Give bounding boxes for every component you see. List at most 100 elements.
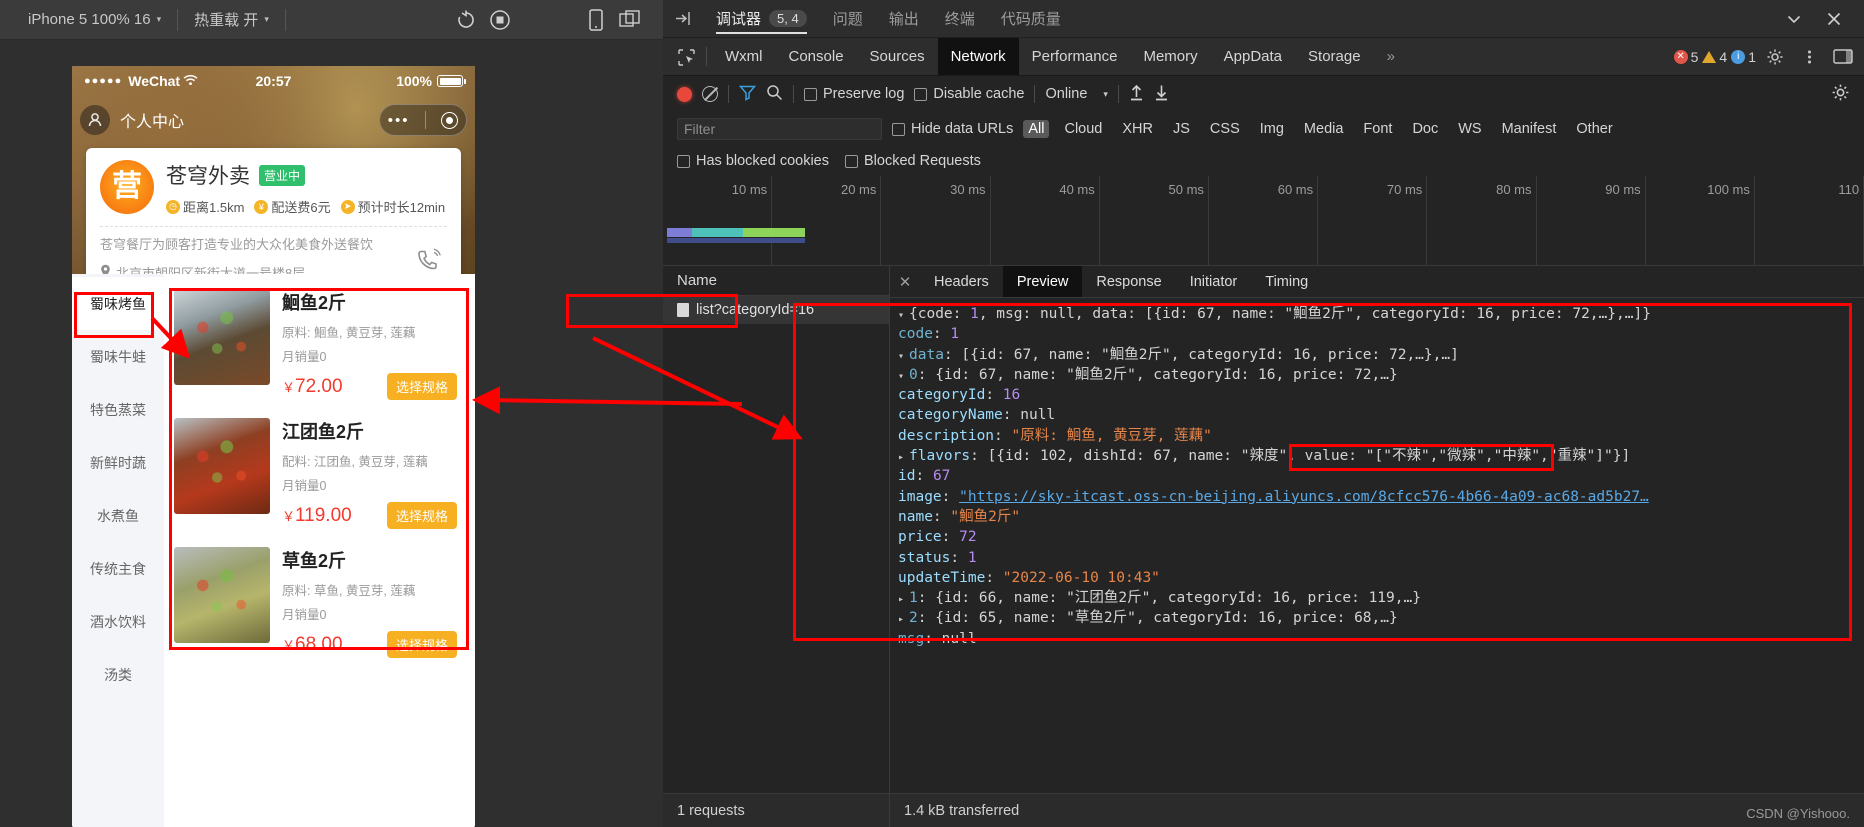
phone-simulator[interactable]: ●●●●● WeChat 20:57 100% <box>72 66 475 827</box>
filter-type-manifest[interactable]: Manifest <box>1497 120 1562 138</box>
detail-tab-initiator[interactable]: Initiator <box>1176 266 1252 297</box>
json-preview[interactable]: ▾{code: 1, msg: null, data: [{id: 67, na… <box>890 298 1864 793</box>
category-item-5[interactable]: 传统主食 <box>72 542 164 595</box>
category-item-4[interactable]: 水煮鱼 <box>72 489 164 542</box>
detail-tab-preview[interactable]: Preview <box>1003 266 1083 297</box>
tab-appdata[interactable]: AppData <box>1211 38 1295 75</box>
clear-icon[interactable] <box>702 86 718 102</box>
dish-image[interactable] <box>174 547 270 643</box>
disclosure-triangle-icon[interactable]: ▸ <box>898 610 909 630</box>
dish-item[interactable]: 江团鱼2斤 配料: 江团鱼, 黄豆芽, 莲藕 月销量0 ￥119.00 选择规格 <box>170 410 475 539</box>
filter-type-media[interactable]: Media <box>1299 120 1349 138</box>
battery-icon <box>437 75 463 87</box>
select-spec-button[interactable]: 选择规格 <box>387 373 457 400</box>
wechat-capsule[interactable]: ••• <box>379 104 467 136</box>
refresh-icon[interactable] <box>449 3 483 37</box>
stop-record-icon[interactable] <box>483 3 517 37</box>
chevron-down-icon[interactable]: ▾ <box>1103 89 1108 100</box>
has-blocked-cookies-checkbox[interactable]: Has blocked cookies <box>677 153 829 169</box>
tab-sources[interactable]: Sources <box>857 38 938 75</box>
more-vertical-icon[interactable] <box>1794 38 1824 76</box>
filter-input[interactable]: Filter <box>677 118 882 140</box>
filter-type-cloud[interactable]: Cloud <box>1059 120 1107 138</box>
tab-console[interactable]: Console <box>776 38 857 75</box>
category-item-3[interactable]: 新鲜时蔬 <box>72 436 164 489</box>
dish-image[interactable] <box>174 289 270 385</box>
filter-type-css[interactable]: CSS <box>1205 120 1245 138</box>
filter-type-all[interactable]: All <box>1023 120 1049 138</box>
tab-storage[interactable]: Storage <box>1295 38 1374 75</box>
request-row[interactable]: list?categoryId=16 <box>663 296 889 324</box>
tab-memory[interactable]: Memory <box>1130 38 1210 75</box>
category-list[interactable]: 蜀味烤鱼 蜀味牛蛙 特色蒸菜 新鲜时蔬 水煮鱼 传统主食 酒水饮料 汤类 <box>72 274 164 827</box>
disclosure-triangle-icon[interactable]: ▾ <box>898 347 909 367</box>
record-button[interactable] <box>677 87 692 102</box>
throttle-select-label[interactable]: Online <box>1045 86 1087 102</box>
import-har-icon[interactable] <box>1129 84 1144 105</box>
network-timeline[interactable]: 10 ms 20 ms 30 ms 40 ms 50 ms 60 ms 70 m… <box>663 176 1864 266</box>
category-item-2[interactable]: 特色蒸菜 <box>72 383 164 436</box>
hot-reload-selector[interactable]: 热重载 开 ▾ <box>178 7 285 33</box>
select-spec-button[interactable]: 选择规格 <box>387 631 457 658</box>
dish-item[interactable]: 草鱼2斤 原料: 草鱼, 黄豆芽, 莲藕 月销量0 ￥68.00 选择规格 <box>170 539 475 668</box>
tab-output[interactable]: 输出 <box>876 0 932 38</box>
detail-tab-headers[interactable]: Headers <box>920 266 1003 297</box>
category-item-1[interactable]: 蜀味牛蛙 <box>72 330 164 383</box>
detail-tab-timing[interactable]: Timing <box>1251 266 1322 297</box>
inspect-cursor-icon[interactable] <box>671 38 701 76</box>
close-icon[interactable] <box>1814 0 1854 38</box>
close-icon[interactable]: ✕ <box>890 266 920 297</box>
filter-type-other[interactable]: Other <box>1571 120 1617 138</box>
capsule-more-icon[interactable]: ••• <box>388 113 410 128</box>
filter-type-img[interactable]: Img <box>1255 120 1289 138</box>
filter-type-xhr[interactable]: XHR <box>1117 120 1158 138</box>
filter-type-font[interactable]: Font <box>1358 120 1397 138</box>
filter-type-doc[interactable]: Doc <box>1407 120 1443 138</box>
tab-code-quality[interactable]: 代码质量 <box>988 0 1074 38</box>
error-badge[interactable]: ✕5 <box>1674 49 1699 65</box>
tab-problems[interactable]: 问题 <box>820 0 876 38</box>
filter-type-js[interactable]: JS <box>1168 120 1195 138</box>
gear-icon[interactable] <box>1760 38 1790 76</box>
info-badge[interactable]: i1 <box>1731 49 1756 65</box>
phone-icon[interactable] <box>579 3 613 37</box>
warning-badge[interactable]: 4 <box>1702 49 1727 65</box>
tab-wxml[interactable]: Wxml <box>712 38 776 75</box>
dock-right-icon[interactable] <box>1828 38 1858 76</box>
user-center-link[interactable]: 个人中心 <box>80 105 184 135</box>
tab-performance[interactable]: Performance <box>1019 38 1131 75</box>
network-blocked-row: Has blocked cookies Blocked Requests <box>663 146 1864 176</box>
detail-tab-response[interactable]: Response <box>1082 266 1175 297</box>
hide-data-urls-checkbox[interactable]: Hide data URLs <box>892 121 1013 137</box>
device-selector[interactable]: iPhone 5 100% 16 ▾ <box>12 7 177 33</box>
preserve-log-checkbox[interactable]: Preserve log <box>804 86 904 102</box>
export-har-icon[interactable] <box>1154 84 1169 105</box>
dock-panel-icon[interactable] <box>663 0 703 38</box>
category-item-0[interactable]: 蜀味烤鱼 <box>72 277 164 330</box>
tab-network[interactable]: Network <box>938 38 1019 75</box>
disable-cache-checkbox[interactable]: Disable cache <box>914 86 1024 102</box>
dish-image[interactable] <box>174 418 270 514</box>
metric-eta-label: 预计时长12min <box>358 197 445 216</box>
disclosure-triangle-icon[interactable]: ▸ <box>898 448 909 468</box>
chevron-down-icon[interactable] <box>1774 0 1814 38</box>
target-icon[interactable] <box>441 112 458 129</box>
filter-type-ws[interactable]: WS <box>1453 120 1486 138</box>
search-icon[interactable] <box>766 84 783 105</box>
disclosure-triangle-icon[interactable]: ▾ <box>898 367 909 387</box>
requests-list[interactable]: list?categoryId=16 <box>663 296 889 793</box>
split-view-icon[interactable] <box>613 3 647 37</box>
error-count: 5 <box>1691 49 1699 65</box>
disclosure-triangle-icon[interactable]: ▸ <box>898 590 909 610</box>
chevron-double-right-icon[interactable]: » <box>1374 38 1408 75</box>
category-item-7[interactable]: 汤类 <box>72 648 164 701</box>
blocked-requests-checkbox[interactable]: Blocked Requests <box>845 153 981 169</box>
tab-terminal[interactable]: 终端 <box>932 0 988 38</box>
tab-debugger[interactable]: 调试器 5, 4 <box>703 0 820 38</box>
dish-item[interactable]: 鮰鱼2斤 原料: 鮰鱼, 黄豆芽, 莲藕 月销量0 ￥72.00 选择规格 <box>170 281 475 410</box>
gear-icon[interactable] <box>1831 83 1850 106</box>
disclosure-triangle-icon[interactable]: ▾ <box>898 306 909 326</box>
funnel-icon[interactable] <box>739 84 756 105</box>
category-item-6[interactable]: 酒水饮料 <box>72 595 164 648</box>
select-spec-button[interactable]: 选择规格 <box>387 502 457 529</box>
